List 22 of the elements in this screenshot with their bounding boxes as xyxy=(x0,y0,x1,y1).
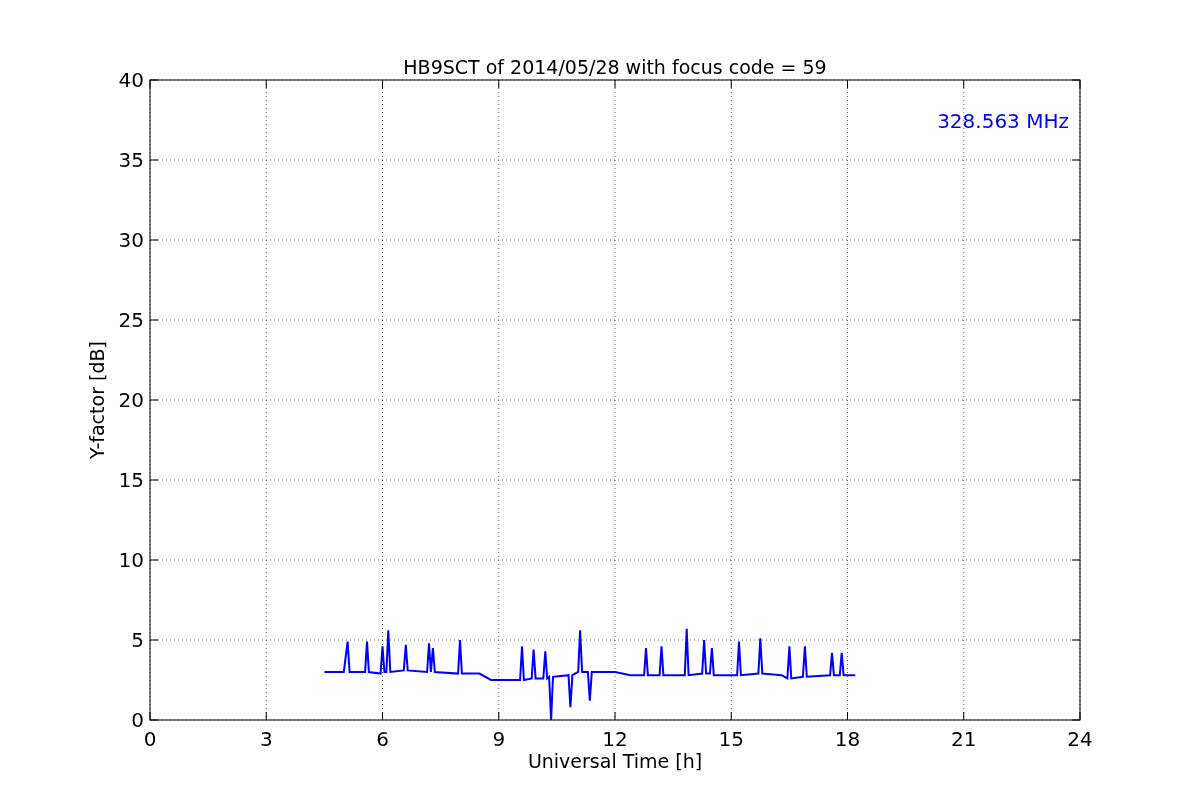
y-tick-label: 40 xyxy=(118,68,144,92)
y-tick-label: 15 xyxy=(118,468,144,492)
y-tick-label: 10 xyxy=(118,548,144,572)
x-tick-label: 6 xyxy=(376,727,389,751)
x-tick-label: 24 xyxy=(1067,727,1093,751)
frequency-annotation: 328.563 MHz xyxy=(937,109,1069,133)
x-tick-label: 15 xyxy=(718,727,744,751)
y-tick-label: 20 xyxy=(118,388,144,412)
x-tick-label: 9 xyxy=(492,727,506,751)
y-axis-label: Y-factor [dB] xyxy=(86,341,108,459)
x-tick-label: 3 xyxy=(259,727,273,751)
x-tick-label: 0 xyxy=(143,727,157,751)
chart-title: HB9SCT of 2014/05/28 with focus code = 59 xyxy=(403,56,827,78)
x-tick-label: 21 xyxy=(951,727,977,751)
y-tick-label: 5 xyxy=(131,628,144,652)
y-tick-label: 25 xyxy=(118,308,144,332)
y-tick-label: 35 xyxy=(118,148,144,172)
x-tick-label: 12 xyxy=(602,727,628,751)
x-tick-label: 18 xyxy=(834,727,861,751)
y-tick-label: 30 xyxy=(118,228,144,252)
x-axis-label: Universal Time [h] xyxy=(527,750,703,772)
y-tick-label: 0 xyxy=(131,708,144,732)
